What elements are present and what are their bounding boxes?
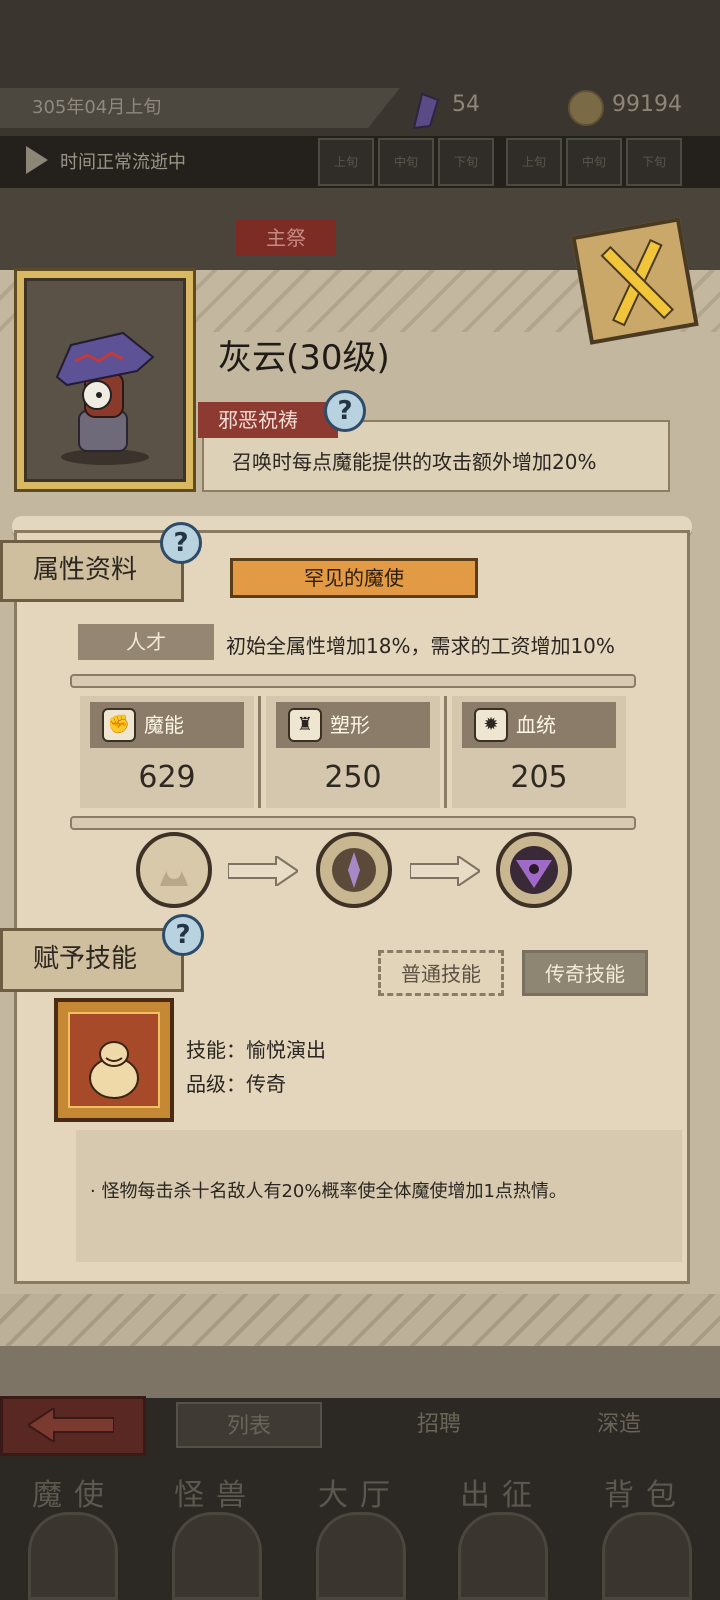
stat-shape: 塑形 ♜ 250 — [266, 696, 440, 808]
stat-blood-value: 205 — [510, 760, 568, 795]
hero-avatar-icon — [55, 331, 155, 465]
stat-magic-value: 629 — [138, 760, 196, 795]
subtab-advance[interactable]: 深造 — [546, 1402, 692, 1448]
hero-name: 灰云(30级) — [218, 338, 390, 378]
magic-icon: ✊ — [102, 708, 136, 742]
envoy-nav-icon[interactable] — [28, 1512, 118, 1600]
coin-icon — [568, 90, 604, 126]
nav-monster[interactable]: 怪兽 — [146, 1470, 286, 1514]
arrow-right-icon — [228, 856, 298, 886]
time-status: 时间正常流逝中 — [60, 152, 186, 173]
nav-backpack[interactable]: 背包 — [576, 1470, 716, 1514]
crystal-count: 54 — [452, 92, 480, 117]
nav-hall[interactable]: 大厅 — [290, 1470, 430, 1514]
stat-blood: 血统 ✹ 205 — [452, 696, 626, 808]
attribute-section-title: 属性资料 — [0, 540, 184, 602]
skill-name: 技能：愉悦演出 — [186, 1038, 326, 1062]
attribute-help-icon[interactable]: ? — [160, 522, 202, 564]
skill-description: · 怪物每击杀十名敌人有20%概率使全体魔使增加1点热情。 — [90, 1181, 567, 1202]
tab-main-priest[interactable]: 主祭 — [236, 220, 336, 256]
play-icon[interactable] — [26, 146, 48, 174]
panel-pattern-band-bottom — [0, 1294, 720, 1346]
stat-magic: 魔能 ✊ 629 — [80, 696, 254, 808]
subtab-recruit[interactable]: 招聘 — [366, 1402, 512, 1448]
close-button[interactable] — [571, 217, 699, 345]
talent-tag: 人才 — [78, 624, 214, 660]
talent-description: 初始全属性增加18%，需求的工资增加10% — [226, 634, 615, 658]
hero-portrait — [24, 278, 186, 482]
close-icon-bar — [600, 245, 675, 320]
date-label: 305年04月上旬 — [0, 88, 400, 128]
monster-nav-icon[interactable] — [172, 1512, 262, 1600]
stat-divider — [258, 696, 261, 808]
skill-help-icon[interactable]: ? — [162, 914, 204, 956]
nav-envoy[interactable]: 魔使 — [4, 1470, 144, 1514]
crystal-icon — [412, 92, 440, 130]
panel-bottom-edge — [0, 1346, 720, 1398]
divider-rail — [70, 816, 636, 830]
trait-tag: 邪恶祝祷 — [198, 402, 338, 438]
back-arrow-icon — [28, 1408, 114, 1442]
stat-shape-value: 250 — [324, 760, 382, 795]
skill-performer-icon — [68, 1012, 160, 1108]
hall-nav-icon[interactable] — [316, 1512, 406, 1600]
nav-expedition[interactable]: 出征 — [432, 1470, 572, 1514]
hero-portrait-frame — [14, 268, 196, 492]
backpack-nav-icon[interactable] — [602, 1512, 692, 1600]
trait-help-icon[interactable]: ? — [324, 390, 366, 432]
period-slot[interactable]: 下旬 — [626, 138, 682, 186]
subtab-list[interactable]: 列表 — [176, 1402, 322, 1448]
stat-divider — [444, 696, 447, 808]
period-slot[interactable]: 中旬 — [566, 138, 622, 186]
period-slot[interactable]: 上旬 — [506, 138, 562, 186]
skill-section-title: 赋予技能 — [0, 928, 184, 992]
coin-count: 99194 — [612, 92, 682, 117]
evolution-stage-3-icon[interactable] — [496, 832, 572, 908]
divider-rail — [70, 674, 636, 688]
expedition-nav-icon[interactable] — [458, 1512, 548, 1600]
evolution-stage-1-icon[interactable] — [136, 832, 212, 908]
trait-description: 召唤时每点魔能提供的攻击额外增加20% — [232, 450, 597, 474]
shape-icon: ♜ — [288, 708, 322, 742]
rarity-ribbon: 罕见的魔使 — [230, 558, 478, 598]
period-slot[interactable]: 下旬 — [438, 138, 494, 186]
evolution-stage-2-icon[interactable] — [316, 832, 392, 908]
period-slot[interactable]: 中旬 — [378, 138, 434, 186]
arrow-right-icon — [410, 856, 480, 886]
blood-icon: ✹ — [474, 708, 508, 742]
period-slot[interactable]: 上旬 — [318, 138, 374, 186]
skill-grade: 品级：传奇 — [186, 1072, 286, 1096]
skill-icon-frame[interactable] — [54, 998, 174, 1122]
tab-legendary-skill[interactable]: 传奇技能 — [522, 950, 648, 996]
tab-normal-skill[interactable]: 普通技能 — [378, 950, 504, 996]
